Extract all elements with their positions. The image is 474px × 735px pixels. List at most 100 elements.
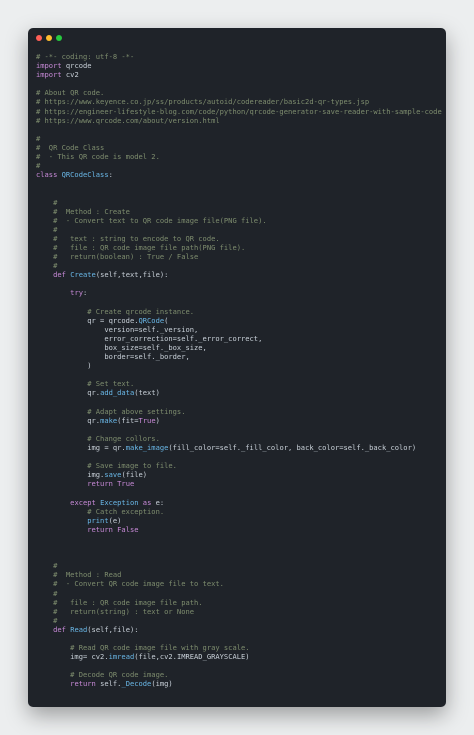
code-token: qr.	[36, 415, 101, 425]
code-token: def	[53, 624, 71, 634]
code-line: #	[36, 225, 442, 234]
code-line: border=self._border,	[36, 352, 442, 361]
code-token: #	[36, 161, 41, 171]
code-line: # return(string) : text or None	[36, 607, 442, 616]
code-line: class QRCodeClass:	[36, 170, 442, 179]
code-token: border=self._border,	[36, 352, 190, 362]
code-line: # Read QR code image file with gray scal…	[36, 643, 442, 652]
code-token: True	[117, 479, 135, 489]
code-token: # Save image to file.	[36, 461, 177, 471]
code-line: # - Convert text to QR code image file(P…	[36, 216, 442, 225]
code-line: #	[36, 261, 442, 270]
code-token: QRCodeClass	[61, 170, 109, 180]
code-line: # Change collors.	[36, 434, 442, 443]
code-line: # Catch exception.	[36, 507, 442, 516]
maximize-dot-icon[interactable]	[56, 35, 62, 41]
code-token: except	[70, 497, 101, 507]
code-token: def	[53, 270, 71, 280]
code-token: qr = qrcode.	[36, 315, 139, 325]
code-token: qr.	[36, 388, 101, 398]
code-token: class	[36, 170, 62, 180]
code-token: Create	[70, 270, 96, 280]
code-token: return	[87, 524, 118, 534]
code-token: Exception	[100, 497, 143, 507]
code-token: self.	[100, 679, 122, 689]
code-line: # - Convert QR code image file to text.	[36, 579, 442, 588]
code-line: # QR Code Class	[36, 143, 442, 152]
code-token: (self,text,file):	[95, 270, 169, 280]
code-window: # -*- coding: utf-8 -*- import qrcode impo…	[28, 28, 446, 707]
code-token: #	[36, 588, 58, 598]
code-token: (img)	[151, 679, 173, 689]
code-line: qr.make(fit=True)	[36, 416, 442, 425]
code-token: #	[36, 615, 58, 625]
code-token: print	[87, 515, 109, 525]
code-line: def Create(self,text,file):	[36, 270, 442, 279]
code-token: #	[36, 561, 58, 571]
code-token: False	[117, 524, 139, 534]
code-line: #	[36, 198, 442, 207]
code-token: # Catch exception.	[36, 506, 165, 516]
code-line: return self._Decode(img)	[36, 679, 442, 688]
code-token: add_data	[100, 388, 135, 398]
code-line: # https://www.keyence.co.jp/ss/products/…	[36, 97, 442, 106]
code-token: # About QR code.	[36, 88, 105, 98]
code-token: :	[108, 170, 113, 180]
code-token: # https://www.keyence.co.jp/ss/products/…	[36, 97, 370, 107]
code-token: _Decode	[121, 679, 152, 689]
code-token: # file : QR code image file path.	[36, 597, 203, 607]
code-line: # file : QR code image file path(PNG fil…	[36, 243, 442, 252]
code-token: # return(boolean) : True / False	[36, 252, 199, 262]
code-token: (e)	[108, 515, 122, 525]
code-line: # Decode QR code image.	[36, 670, 442, 679]
code-token: make	[100, 415, 118, 425]
code-token: # Method : Create	[36, 206, 130, 216]
code-line: # - This QR code is model 2.	[36, 152, 442, 161]
code-token: # Adapt above settings.	[36, 406, 186, 416]
code-token: )	[155, 415, 160, 425]
code-token: as	[142, 497, 156, 507]
code-token: # text : string to encode to QR code.	[36, 233, 220, 243]
code-token: # file : QR code image file path(PNG fil…	[36, 242, 246, 252]
code-token: (fill_color=self._fill_color, back_color…	[168, 443, 417, 453]
code-token: # Create qrcode instance.	[36, 306, 195, 316]
code-line: # file : QR code image file path.	[36, 598, 442, 607]
code-token: e:	[155, 497, 165, 507]
code-line: # https://engineer-lifestyle-blog.com/co…	[36, 107, 442, 116]
code-token: import	[36, 70, 66, 80]
code-token: (self,file):	[87, 624, 139, 634]
code-line: img= cv2.imread(file,cv2.IMREAD_GRAYSCAL…	[36, 652, 442, 661]
code-line: #	[36, 134, 442, 143]
code-token: # -*- coding: utf-8 -*-	[36, 52, 135, 61]
code-line: )	[36, 361, 442, 370]
code-token: version=self._version,	[36, 324, 199, 334]
code-line: # Adapt above settings.	[36, 407, 442, 416]
code-line: #	[36, 589, 442, 598]
code-line: print(e)	[36, 516, 442, 525]
code-token: cv2	[65, 70, 79, 80]
close-dot-icon[interactable]	[36, 35, 42, 41]
minimize-dot-icon[interactable]	[46, 35, 52, 41]
code-token: # - Convert QR code image file to text.	[36, 579, 224, 589]
code-token: # QR Code Class	[36, 142, 105, 152]
code-token: error_correction=self._error_correct,	[36, 333, 263, 343]
code-line: #	[36, 161, 442, 170]
code-token: (fit=	[117, 415, 139, 425]
code-token: (file)	[121, 470, 148, 480]
